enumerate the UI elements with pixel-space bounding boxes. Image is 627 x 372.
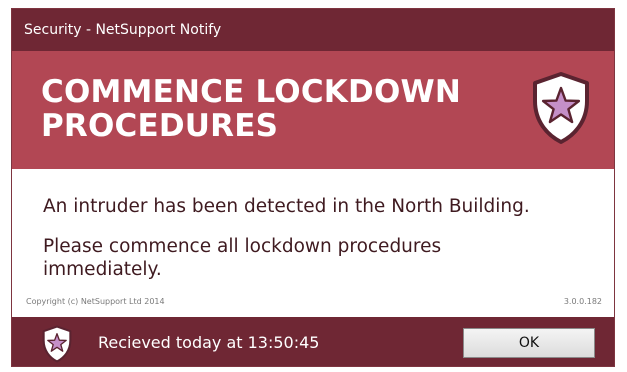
received-timestamp: Recieved today at 13:50:45 xyxy=(98,333,320,352)
footer-bar: Recieved today at 13:50:45 OK xyxy=(12,317,614,366)
alert-headline: COMMENCE LOCKDOWN PROCEDURES xyxy=(41,75,511,143)
message-line-1: An intruder has been detected in the Nor… xyxy=(43,196,530,217)
alert-headline-line1: COMMENCE LOCKDOWN xyxy=(41,74,462,110)
alert-headline-line2: PROCEDURES xyxy=(41,108,279,144)
window-title-bar[interactable]: Security - NetSupport Notify xyxy=(12,9,614,51)
shield-star-icon xyxy=(533,72,589,144)
version-text: 3.0.0.182 xyxy=(563,297,602,306)
alert-banner: COMMENCE LOCKDOWN PROCEDURES xyxy=(12,51,614,169)
shield-star-icon xyxy=(42,325,72,363)
ok-button[interactable]: OK xyxy=(463,328,595,358)
copyright-text: Copyright (c) NetSupport Ltd 2014 xyxy=(26,297,165,306)
window-title: Security - NetSupport Notify xyxy=(24,22,222,38)
notify-window: Security - NetSupport Notify COMMENCE LO… xyxy=(11,8,615,367)
message-line-2: Please commence all lockdown procedures … xyxy=(43,236,442,280)
message-area: An intruder has been detected in the Nor… xyxy=(12,169,614,317)
